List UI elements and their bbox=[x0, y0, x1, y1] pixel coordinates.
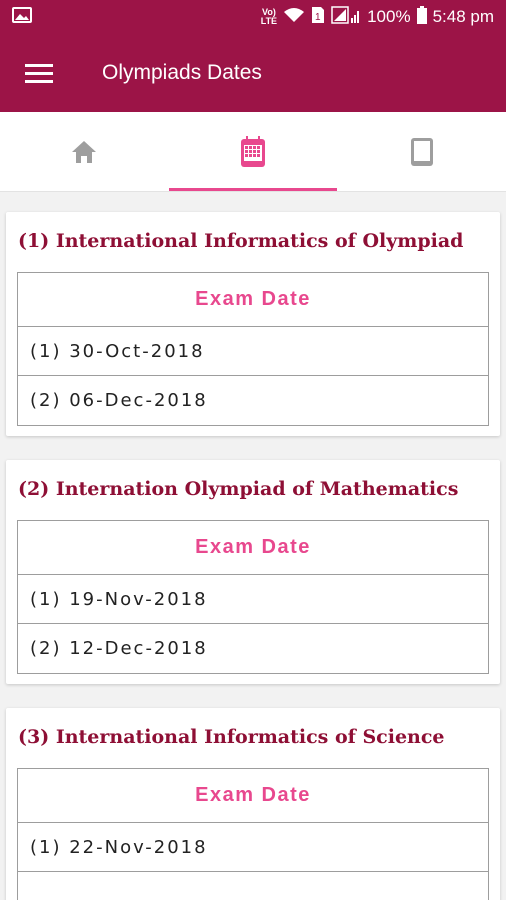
card-title: (3) International Informatics of Science bbox=[18, 726, 445, 748]
exam-date-table: Exam Date (1) 19-Nov-2018 (2) 12-Dec-201… bbox=[17, 520, 489, 674]
olympiad-card: (1) International Informatics of Olympia… bbox=[6, 212, 500, 436]
hamburger-icon bbox=[25, 64, 53, 83]
olympiad-card: (3) International Informatics of Science… bbox=[6, 708, 500, 900]
table-header: Exam Date bbox=[18, 521, 488, 575]
table-row: (1) 22-Nov-2018 bbox=[18, 823, 488, 872]
clock: 5:48 pm bbox=[432, 7, 494, 26]
table-header: Exam Date bbox=[18, 273, 488, 327]
battery-icon bbox=[416, 5, 427, 29]
tab-device[interactable] bbox=[337, 112, 506, 191]
calendar-icon bbox=[241, 135, 265, 167]
exam-date-table: Exam Date (1) 22-Nov-2018 bbox=[17, 768, 489, 900]
table-header: Exam Date bbox=[18, 769, 488, 823]
table-row bbox=[18, 872, 488, 900]
tab-dates[interactable] bbox=[168, 112, 338, 191]
svg-text:1: 1 bbox=[315, 12, 321, 23]
app-bar: Olympiads Dates bbox=[0, 34, 506, 112]
status-bar: Vo) LTE 1 100% 5:48 pm bbox=[0, 0, 506, 34]
menu-button[interactable] bbox=[22, 56, 56, 90]
gallery-notification-icon bbox=[12, 6, 32, 28]
tab-home[interactable] bbox=[0, 112, 169, 191]
sim-icon: 1 bbox=[311, 6, 325, 29]
table-row: (2) 12-Dec-2018 bbox=[30, 638, 208, 659]
content-list: (1) International Informatics of Olympia… bbox=[0, 192, 506, 900]
table-row: (2) 06-Dec-2018 bbox=[30, 390, 208, 411]
table-row: (1) 19-Nov-2018 bbox=[18, 575, 488, 624]
table-row: (1) 30-Oct-2018 bbox=[18, 327, 488, 376]
olympiad-card: (2) Internation Olympiad of Mathematics … bbox=[6, 460, 500, 684]
exam-date-table: Exam Date (1) 30-Oct-2018 (2) 06-Dec-201… bbox=[17, 272, 489, 426]
home-icon bbox=[72, 140, 97, 163]
battery-percent: 100% bbox=[367, 7, 411, 26]
signal-icon bbox=[331, 5, 361, 29]
page-title: Olympiads Dates bbox=[102, 61, 262, 84]
wifi-icon bbox=[283, 7, 305, 28]
tablet-icon bbox=[410, 137, 433, 166]
card-title: (1) International Informatics of Olympia… bbox=[18, 230, 464, 252]
card-title: (2) Internation Olympiad of Mathematics bbox=[18, 478, 459, 500]
volte-icon: Vo) LTE bbox=[260, 7, 278, 26]
tab-bar bbox=[0, 112, 506, 192]
